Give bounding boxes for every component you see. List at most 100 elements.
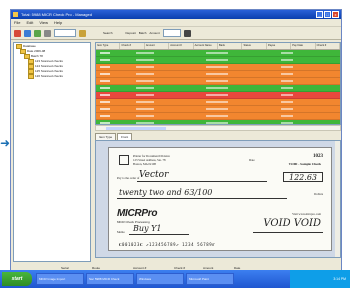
payer-logo-icon <box>119 155 129 165</box>
table-row[interactable] <box>96 50 340 57</box>
cell-text <box>136 66 154 68</box>
menu-file[interactable]: File <box>14 19 20 26</box>
cell-text <box>281 115 293 117</box>
column-header[interactable]: Status <box>242 43 267 49</box>
cell-text <box>281 122 293 124</box>
title-bar: Total: 5988 MICR Check Pro - Managed _ □… <box>11 10 341 19</box>
toolbar-field-1[interactable] <box>54 29 76 37</box>
menu-edit[interactable]: Edit <box>26 19 33 26</box>
cell-text <box>100 87 110 89</box>
taskbar-item[interactable]: Windows <box>136 273 184 285</box>
column-header[interactable]: Item Type <box>96 43 121 49</box>
tab-front[interactable]: Front <box>117 133 133 140</box>
horizontal-scrollbar[interactable] <box>95 125 341 131</box>
toolbar-field-2[interactable] <box>162 29 181 37</box>
check-number: 1023 <box>313 154 323 159</box>
app-icon <box>13 12 18 17</box>
cell-text <box>100 122 110 124</box>
table-row[interactable] <box>96 57 340 64</box>
print-icon[interactable] <box>44 29 51 37</box>
cell-text <box>100 73 110 75</box>
taskbar: start MICR Image Import Ssc 5988 MICR Ch… <box>0 270 350 288</box>
save-icon[interactable] <box>24 29 31 37</box>
taskbar-item[interactable]: MICR Image Import <box>36 273 84 285</box>
cell-text <box>206 87 228 89</box>
close-button[interactable]: x <box>332 11 339 18</box>
cell-text <box>281 101 293 103</box>
micr-line: ⑆001023⑆ ⑇123456789⑇ 1234 56789⑈ <box>119 242 216 247</box>
table-row[interactable] <box>96 92 340 99</box>
column-header[interactable]: Account # <box>169 43 194 49</box>
signature: VOID VOID <box>263 218 321 229</box>
check-image-pane: Printer for Document Division 123 Street… <box>95 140 341 258</box>
cell-text <box>100 59 110 61</box>
clock: 3:14 PM <box>333 277 346 281</box>
cell-text <box>136 87 154 89</box>
table-row[interactable] <box>96 85 340 92</box>
table-row[interactable] <box>96 106 340 113</box>
payee-line <box>137 181 267 182</box>
cell-text <box>100 80 110 82</box>
cell-text <box>136 73 154 75</box>
menu-help[interactable]: Help <box>54 19 62 26</box>
column-header[interactable]: Check # <box>316 43 340 49</box>
cell-text <box>281 73 293 75</box>
table-row[interactable] <box>96 78 340 85</box>
cell-text <box>206 66 228 68</box>
cell-text <box>281 66 293 68</box>
cell-text <box>100 94 110 96</box>
cell-text <box>206 59 228 61</box>
column-header[interactable]: Bank <box>218 43 243 49</box>
maximize-button[interactable]: □ <box>324 11 331 18</box>
taskbar-item[interactable]: Ssc 5988 MICR Check <box>86 273 134 285</box>
grid-header: Item Type Check # Amount Account # Accou… <box>96 43 340 50</box>
cell-text <box>136 59 154 61</box>
signature-line <box>253 232 323 233</box>
cell-text <box>281 59 293 61</box>
column-header[interactable]: Check # <box>120 43 145 49</box>
taskbar-item[interactable]: Microsoft Paint <box>186 273 234 285</box>
cell-text <box>100 66 110 68</box>
tab-bar: Item Type Front <box>95 133 341 140</box>
toolbar-label-deposit: Deposit <box>125 31 136 35</box>
minimize-button[interactable]: _ <box>316 11 323 18</box>
scrollbar-thumb[interactable] <box>106 127 166 130</box>
column-header[interactable]: Pay Date <box>291 43 316 49</box>
cell-text <box>136 122 154 124</box>
menu-view[interactable]: View <box>39 19 48 26</box>
toolbar: Search Deposit Batch Amount <box>11 26 341 40</box>
vertical-scrollbar[interactable] <box>335 141 340 257</box>
folder-icon[interactable] <box>79 29 86 37</box>
column-header[interactable]: Account Name <box>194 43 219 49</box>
cell-text <box>281 52 293 54</box>
cell-text <box>206 94 228 96</box>
column-header[interactable]: Payee <box>267 43 292 49</box>
cell-text <box>206 115 228 117</box>
folder-tree: Database Date 2009-08 Batch 78 123 Scann… <box>13 42 91 262</box>
amount-in-words: twenty two and 63/100 <box>119 188 213 197</box>
close-doc-icon[interactable] <box>14 29 21 37</box>
tree-item[interactable]: 126 Scanned checks <box>14 74 90 79</box>
payer-block: Printer for Document Division 123 Street… <box>133 154 170 166</box>
table-row[interactable] <box>96 71 340 78</box>
table-row[interactable] <box>96 113 340 120</box>
scan-icon[interactable] <box>34 29 41 37</box>
cell-text <box>100 52 110 54</box>
table-row[interactable] <box>96 99 340 106</box>
cell-text <box>206 73 228 75</box>
start-button[interactable]: start <box>2 272 32 286</box>
cell-text <box>281 94 293 96</box>
window-controls: _ □ x <box>316 11 339 18</box>
cell-text <box>281 80 293 82</box>
memo-text: Buy Y1 <box>133 224 162 233</box>
cell-text <box>136 115 154 117</box>
column-header[interactable]: Amount <box>145 43 170 49</box>
memo-line <box>129 234 189 235</box>
cell-text <box>136 80 154 82</box>
cell-text <box>100 108 110 110</box>
cell-text <box>281 108 293 110</box>
tab-item-type[interactable]: Item Type <box>95 133 117 140</box>
settings-icon[interactable] <box>183 29 191 37</box>
table-row[interactable] <box>96 64 340 71</box>
cell-text <box>206 122 228 124</box>
